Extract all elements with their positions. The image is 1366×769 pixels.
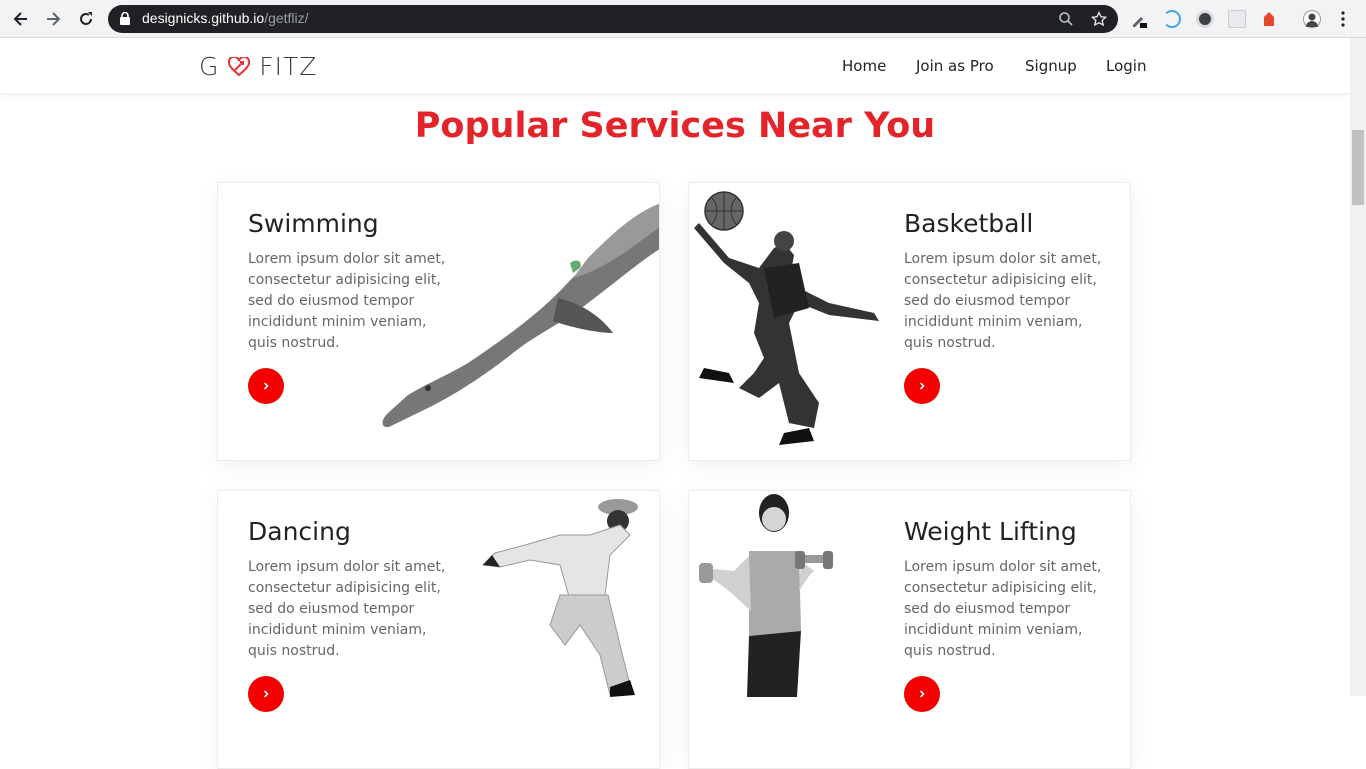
scrollbar-thumb[interactable] xyxy=(1352,130,1364,205)
bookmark-star-icon[interactable] xyxy=(1091,11,1107,27)
section-title: Popular Services Near You xyxy=(414,106,936,146)
swimmer-image xyxy=(382,203,659,428)
dark-mode-extension-icon[interactable] xyxy=(1196,10,1214,28)
lock-icon xyxy=(120,12,130,25)
card-description: Lorem ipsum dolor sit amet, consectetur … xyxy=(248,559,446,659)
site-header: G FITZ Home Join as Pro Signup Login xyxy=(0,38,1350,93)
service-card-weight-lifting: Weight Lifting Lorem ipsum dolor sit ame… xyxy=(688,490,1131,769)
address-bar[interactable]: designicks.github.io/getfliz/ xyxy=(108,5,1118,33)
card-description: Lorem ipsum dolor sit amet, consectetur … xyxy=(904,251,1102,351)
url-text: designicks.github.io/getfliz/ xyxy=(142,10,309,26)
card-title: Dancing xyxy=(248,517,351,546)
card-arrow-button[interactable] xyxy=(248,676,284,712)
browser-toolbar: designicks.github.io/getfliz/ xyxy=(0,0,1366,38)
nav-join-as-pro[interactable]: Join as Pro xyxy=(916,57,994,75)
forward-button[interactable] xyxy=(42,8,64,30)
basketball-player-image xyxy=(694,191,879,445)
back-button[interactable] xyxy=(10,8,32,30)
card-title: Basketball xyxy=(904,209,1034,238)
card-title: Weight Lifting xyxy=(904,517,1077,546)
profile-avatar[interactable] xyxy=(1303,10,1321,28)
site-logo[interactable]: G FITZ xyxy=(199,52,317,81)
refresh-extension-icon[interactable] xyxy=(1163,10,1181,28)
chevron-right-icon xyxy=(263,690,269,698)
browser-menu-icon[interactable] xyxy=(1340,11,1346,32)
service-card-dancing: Dancing Lorem ipsum dolor sit amet, cons… xyxy=(217,490,660,769)
grid-extension-icon[interactable] xyxy=(1228,10,1246,28)
service-card-basketball: Basketball Lorem ipsum dolor sit amet, c… xyxy=(688,182,1131,461)
chevron-right-icon xyxy=(919,690,925,698)
page-scrollbar[interactable] xyxy=(1350,38,1366,696)
card-arrow-button[interactable] xyxy=(248,368,284,404)
nav-login[interactable]: Login xyxy=(1106,57,1146,75)
red-extension-icon[interactable] xyxy=(1260,10,1278,28)
back-arrow-icon xyxy=(13,12,27,26)
weightlifter-image xyxy=(699,494,833,697)
eyedropper-extension-icon[interactable] xyxy=(1130,10,1148,29)
reload-icon xyxy=(80,12,92,25)
service-card-swimming: Swimming Lorem ipsum dolor sit amet, con… xyxy=(217,182,660,461)
chevron-right-icon xyxy=(919,382,925,390)
reload-button[interactable] xyxy=(75,8,97,30)
card-description: Lorem ipsum dolor sit amet, consectetur … xyxy=(904,559,1102,659)
forward-arrow-icon xyxy=(47,12,61,26)
nav-signup[interactable]: Signup xyxy=(1025,57,1077,75)
nav-home[interactable]: Home xyxy=(842,57,886,75)
dancer-image xyxy=(481,499,638,697)
zoom-icon[interactable] xyxy=(1058,11,1074,27)
chevron-right-icon xyxy=(263,382,269,390)
card-arrow-button[interactable] xyxy=(904,368,940,404)
heart-logo-icon xyxy=(219,52,259,81)
card-arrow-button[interactable] xyxy=(904,676,940,712)
